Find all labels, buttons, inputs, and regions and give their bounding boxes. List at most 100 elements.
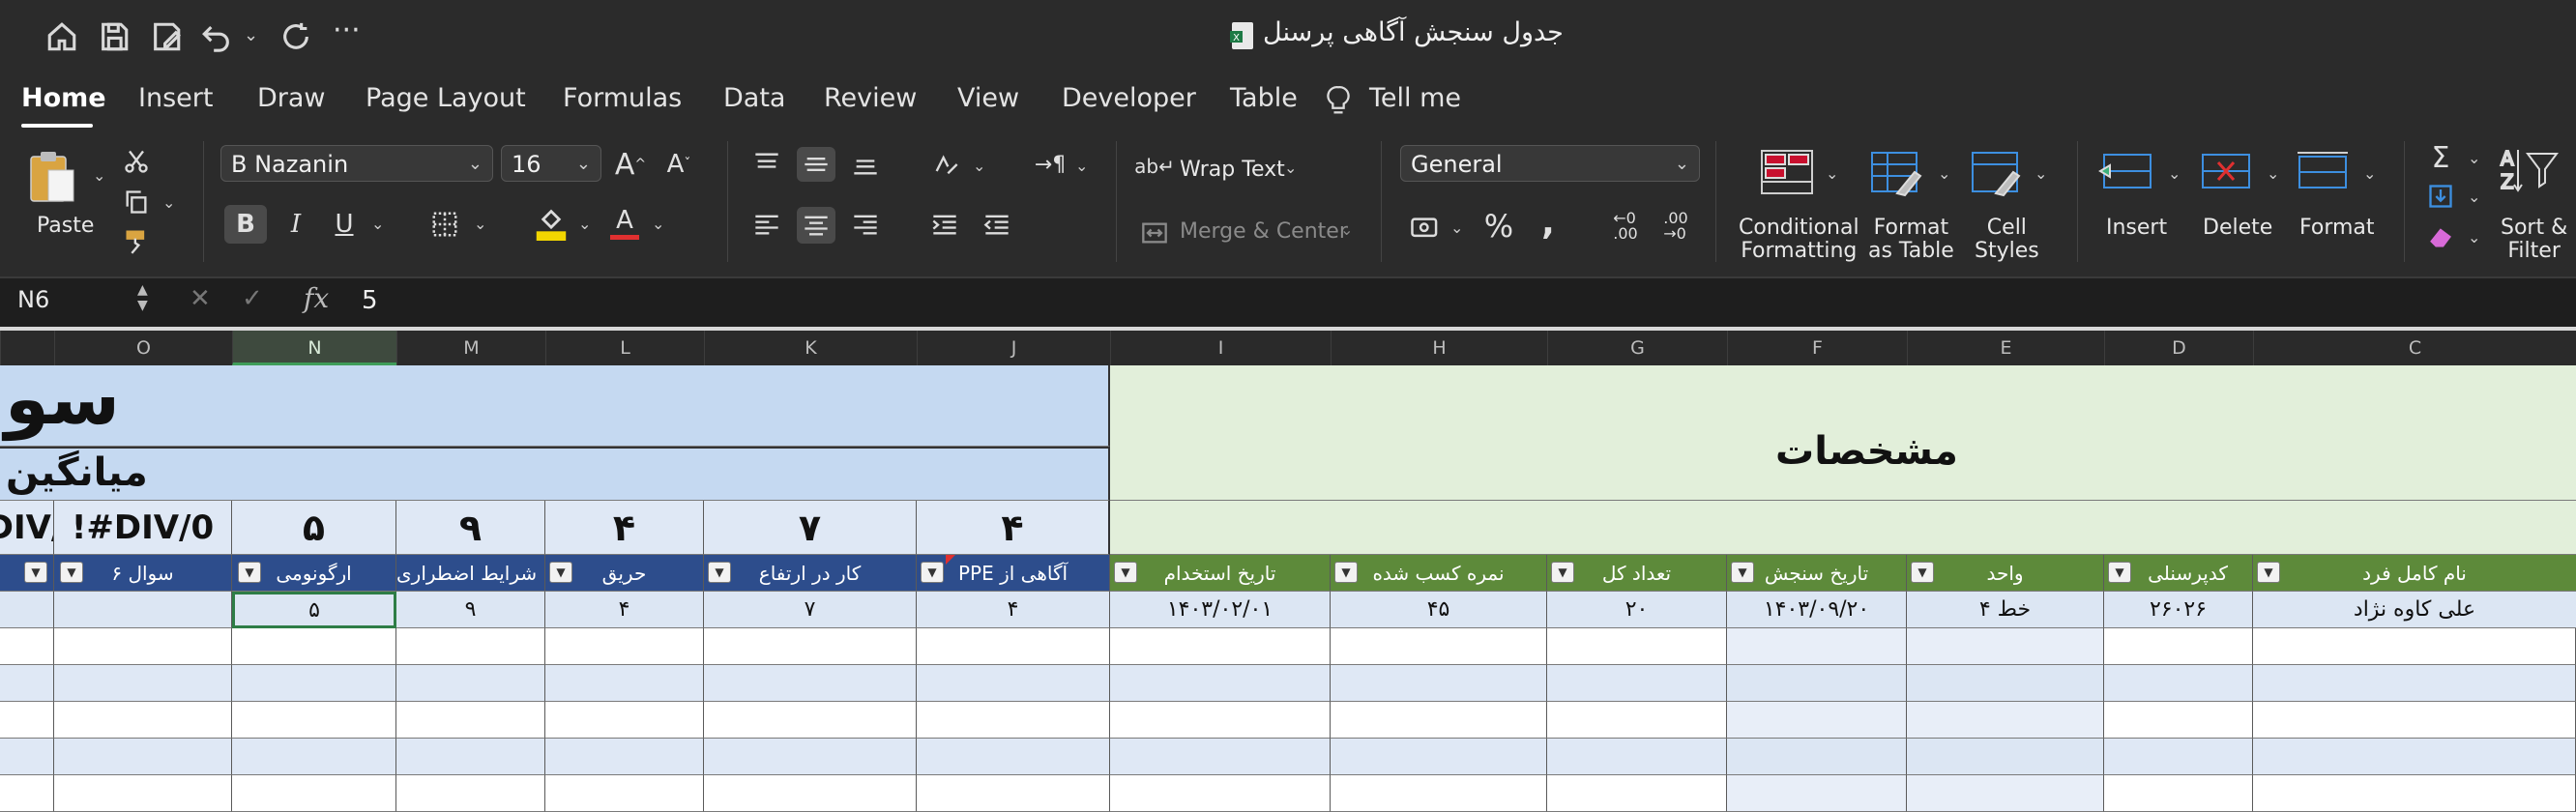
- column-header-k[interactable]: K: [704, 331, 917, 365]
- fill-icon[interactable]: [2423, 180, 2458, 213]
- table-cell[interactable]: [1331, 665, 1547, 702]
- header-cell-d[interactable]: کدپرسنلی ▼: [2104, 555, 2253, 592]
- bold-button[interactable]: B: [224, 205, 267, 244]
- table-cell[interactable]: [917, 665, 1110, 702]
- table-cell[interactable]: [0, 628, 54, 665]
- number-format-dropdown[interactable]: General ⌄: [1400, 145, 1700, 182]
- filter-dropdown-icon[interactable]: ▼: [2108, 562, 2131, 583]
- table-cell[interactable]: [54, 592, 232, 628]
- tab-review[interactable]: Review: [824, 83, 917, 113]
- table-cell[interactable]: [396, 739, 545, 775]
- table-cell[interactable]: [704, 628, 917, 665]
- table-cell[interactable]: [704, 775, 917, 812]
- table-cell[interactable]: [1727, 702, 1907, 739]
- font-color-icon[interactable]: A: [605, 203, 644, 244]
- table-cell[interactable]: [1727, 739, 1907, 775]
- table-cell[interactable]: [232, 665, 396, 702]
- filter-dropdown-icon[interactable]: ▼: [2257, 562, 2280, 583]
- header-cell-f[interactable]: تاریخ سنجش ▼: [1727, 555, 1907, 592]
- delete-cells-label[interactable]: Delete: [2203, 217, 2272, 240]
- column-header-i[interactable]: I: [1110, 331, 1331, 365]
- confirm-entry-icon[interactable]: ✓: [242, 284, 263, 313]
- copy-icon[interactable]: [120, 186, 153, 218]
- lightbulb-icon[interactable]: [1325, 85, 1352, 122]
- font-color-dropdown-chevron-icon[interactable]: ⌄: [652, 215, 664, 233]
- percent-style-button[interactable]: %: [1479, 207, 1518, 246]
- orientation-icon[interactable]: [926, 147, 965, 182]
- filter-dropdown-icon[interactable]: ▼: [1334, 562, 1358, 583]
- filter-dropdown-icon[interactable]: ▼: [1911, 562, 1934, 583]
- column-header-m[interactable]: M: [396, 331, 545, 365]
- table-cell[interactable]: [2253, 702, 2576, 739]
- table-cell[interactable]: [2104, 775, 2253, 812]
- clear-dropdown-chevron-icon[interactable]: ⌄: [2468, 228, 2480, 246]
- questions-title-cell[interactable]: سوالات: [0, 365, 1110, 447]
- table-cell[interactable]: [54, 702, 232, 739]
- average-cell-p[interactable]: !#DIV/0: [0, 501, 54, 555]
- fill-color-dropdown-chevron-icon[interactable]: ⌄: [578, 215, 591, 233]
- table-cell-d[interactable]: ۲۶۰۲۶: [2104, 592, 2253, 628]
- increase-decimal-icon[interactable]: ←0.00: [1605, 207, 1646, 246]
- table-cell[interactable]: [545, 665, 704, 702]
- table-cell-f[interactable]: ۱۴۰۳/۰۹/۲۰: [1727, 592, 1907, 628]
- copy-dropdown-chevron-icon[interactable]: ⌄: [162, 193, 175, 212]
- column-header-e[interactable]: E: [1907, 331, 2104, 365]
- filter-dropdown-icon[interactable]: ▼: [921, 562, 944, 583]
- table-cell[interactable]: [1907, 702, 2104, 739]
- font-name-dropdown[interactable]: B Nazanin ⌄: [220, 145, 493, 182]
- table-cell[interactable]: [917, 775, 1110, 812]
- conditional-formatting-icon[interactable]: [1756, 145, 1818, 199]
- grow-font-icon[interactable]: A ^: [613, 147, 648, 182]
- tab-view[interactable]: View: [957, 83, 1019, 113]
- header-cell-h[interactable]: نمره کسب شده ▼: [1331, 555, 1547, 592]
- table-cell[interactable]: [917, 739, 1110, 775]
- accounting-format-dropdown-chevron-icon[interactable]: ⌄: [1450, 218, 1463, 237]
- table-cell[interactable]: [917, 628, 1110, 665]
- merge-center-label[interactable]: Merge & Center: [1180, 220, 1348, 244]
- filter-dropdown-icon[interactable]: ▼: [238, 562, 261, 583]
- header-cell-l[interactable]: حریق ▼: [545, 555, 704, 592]
- table-cell[interactable]: [1110, 702, 1331, 739]
- italic-button[interactable]: I: [277, 205, 315, 244]
- average-cell-m[interactable]: ۹: [396, 501, 545, 555]
- table-cell[interactable]: [54, 739, 232, 775]
- table-cell[interactable]: [1907, 665, 2104, 702]
- underline-button[interactable]: U: [325, 205, 364, 244]
- table-cell[interactable]: [0, 592, 54, 628]
- paste-dropdown-chevron-icon[interactable]: ⌄: [93, 166, 105, 185]
- average-label-cell[interactable]: میانگین: [0, 447, 1110, 501]
- save-icon[interactable]: [95, 17, 133, 56]
- comma-style-button[interactable]: ,: [1532, 203, 1565, 243]
- cut-icon[interactable]: [120, 145, 153, 178]
- filter-dropdown-icon[interactable]: ▼: [1731, 562, 1754, 583]
- underline-dropdown-chevron-icon[interactable]: ⌄: [371, 215, 384, 233]
- table-cell[interactable]: [2104, 628, 2253, 665]
- table-cell[interactable]: [396, 665, 545, 702]
- autosum-icon[interactable]: Σ: [2423, 141, 2458, 175]
- tab-table[interactable]: Table: [1230, 83, 1298, 113]
- fill-color-icon[interactable]: [532, 203, 571, 244]
- wrap-text-dropdown-chevron-icon[interactable]: ⌄: [1284, 159, 1297, 177]
- tab-data[interactable]: Data: [723, 83, 785, 113]
- table-cell[interactable]: [1331, 702, 1547, 739]
- home-icon[interactable]: [43, 17, 81, 56]
- table-cell[interactable]: [1331, 775, 1547, 812]
- decrease-decimal-icon[interactable]: .00 →0: [1655, 207, 1696, 246]
- autosum-dropdown-chevron-icon[interactable]: ⌄: [2468, 149, 2480, 167]
- merge-center-icon[interactable]: [1137, 217, 1172, 249]
- align-center-icon[interactable]: [797, 207, 835, 244]
- paste-button-label[interactable]: Paste: [37, 215, 94, 238]
- table-cell[interactable]: [704, 665, 917, 702]
- table-cell[interactable]: [545, 702, 704, 739]
- font-size-dropdown[interactable]: 16 ⌄: [501, 145, 601, 182]
- table-cell[interactable]: [1547, 739, 1727, 775]
- header-cell-j[interactable]: آگاهی از PPE ▼: [917, 555, 1110, 592]
- column-header-c[interactable]: C: [2253, 331, 2576, 365]
- table-cell[interactable]: [54, 628, 232, 665]
- table-cell[interactable]: [1727, 775, 1907, 812]
- average-cell-l[interactable]: ۴: [545, 501, 704, 555]
- table-cell[interactable]: [1727, 665, 1907, 702]
- table-cell[interactable]: [1110, 628, 1331, 665]
- table-cell[interactable]: [2253, 775, 2576, 812]
- wrap-text-label[interactable]: Wrap Text: [1180, 159, 1285, 182]
